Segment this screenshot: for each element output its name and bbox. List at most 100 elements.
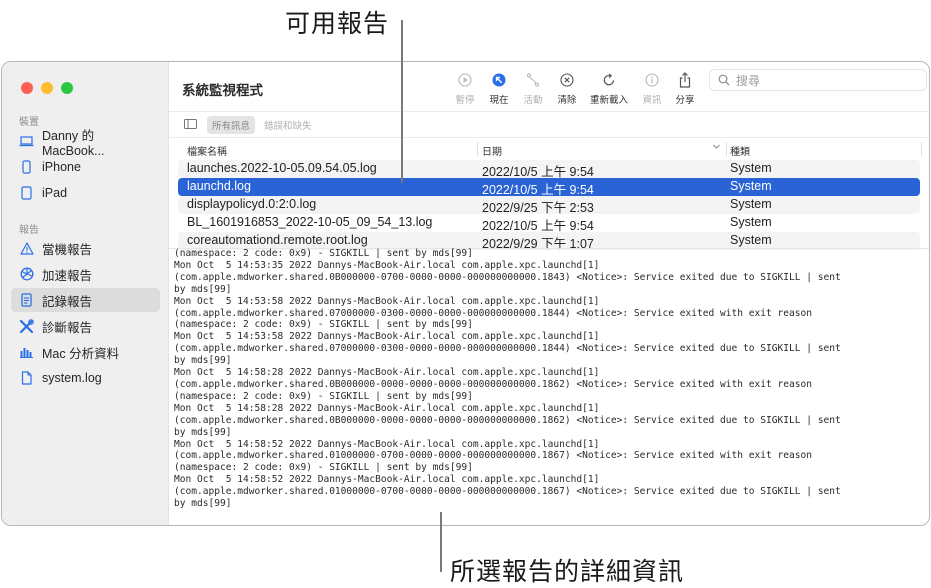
sidebar-toggle-icon[interactable]: [184, 116, 197, 134]
sidebar-item-label: Mac 分析資料: [42, 346, 120, 361]
table-row-selected[interactable]: launchd.log 2022/10/5 上午 9:54 System: [178, 178, 920, 197]
filter-bar: 所有訊息 錯誤和缺失: [184, 116, 312, 134]
log-line: Mon Oct 5 14:58:28 2022 Dannys-MacBook-A…: [174, 367, 600, 379]
sidebar: 裝置 Danny 的 MacBook... iPhone iPad 報告 當機報…: [2, 62, 169, 525]
column-separator[interactable]: [477, 142, 478, 156]
chevron-down-icon[interactable]: [712, 142, 721, 154]
log-line: Mon Oct 5 14:53:58 2022 Dannys-MacBook-A…: [174, 295, 600, 307]
iphone-icon: [19, 160, 34, 175]
sidebar-item-mac-analytics[interactable]: Mac 分析資料: [11, 340, 160, 364]
tools-icon: [19, 318, 34, 334]
now-button-label: 現在: [489, 95, 509, 106]
column-separator[interactable]: [726, 142, 727, 156]
clear-x-circle-icon: [559, 72, 575, 88]
row-filename: coreautomationd.remote.root.log: [187, 233, 368, 247]
reload-icon: [601, 72, 617, 88]
sidebar-item-ipad[interactable]: iPad: [11, 181, 160, 205]
main-pane: 系統監視程式 暫停 現在 活動 清除 重新載入 資訊 分享 搜尋 所有訊息 錯誤…: [169, 62, 929, 525]
sidebar-item-label: 記錄報告: [42, 294, 93, 309]
log-line: Mon Oct 5 14:53:58 2022 Dannys-MacBook-A…: [174, 331, 600, 343]
clear-button[interactable]: 清除: [549, 72, 585, 106]
search-field[interactable]: 搜尋: [709, 69, 927, 91]
row-filename: launches.2022-10-05.09.54.05.log: [187, 161, 377, 175]
share-button-label: 分享: [675, 95, 695, 106]
row-filename: displaypolicyd.0:2:0.log: [187, 197, 317, 211]
column-header-date[interactable]: 日期: [482, 143, 502, 158]
log-line: (namespace: 2 code: 0x9) - SIGKILL | sen…: [174, 319, 473, 331]
column-header-kind[interactable]: 種類: [730, 143, 750, 158]
sidebar-item-crash-reports[interactable]: 當機報告: [11, 236, 160, 260]
log-line: (namespace: 2 code: 0x9) - SIGKILL | sen…: [174, 462, 473, 474]
filter-divider: [169, 137, 929, 138]
share-icon: [677, 72, 693, 88]
info-icon: [644, 72, 660, 88]
log-line: (com.apple.mdworker.shared.01000000-0700…: [174, 450, 812, 462]
bar-chart-icon: [19, 345, 34, 360]
sidebar-item-macbook[interactable]: Danny 的 MacBook...: [11, 129, 160, 158]
pause-button-label: 暫停: [455, 95, 475, 106]
log-line: (com.apple.mdworker.shared.0B000000-0700…: [174, 271, 841, 283]
play-circle-icon: [457, 72, 473, 88]
row-kind: System: [730, 215, 772, 229]
sidebar-item-label: 當機報告: [42, 242, 93, 257]
activities-button[interactable]: 活動: [515, 72, 551, 106]
sidebar-item-spin-reports[interactable]: 加速報告: [11, 262, 160, 286]
pause-button[interactable]: 暫停: [447, 72, 483, 106]
window-controls: [21, 82, 73, 94]
log-line: (namespace: 2 code: 0x9) - SIGKILL | sen…: [174, 390, 473, 402]
activity-path-icon: [525, 72, 541, 88]
filter-all-messages[interactable]: 所有訊息: [207, 116, 256, 134]
table-row[interactable]: BL_1601916853_2022-10-05_09_54_13.log 20…: [178, 214, 920, 233]
log-line: Mon Oct 5 14:58:28 2022 Dannys-MacBook-A…: [174, 402, 600, 414]
row-kind: System: [730, 179, 772, 193]
close-button[interactable]: [21, 82, 33, 94]
warning-triangle-icon: [19, 241, 34, 256]
sidebar-item-label: iPad: [42, 186, 68, 200]
log-line: (namespace: 2 code: 0x9) - SIGKILL | sen…: [174, 248, 473, 259]
row-kind: System: [730, 233, 772, 247]
now-arrow-icon: [491, 72, 507, 88]
sidebar-item-log-reports[interactable]: 記錄報告: [11, 288, 160, 312]
search-placeholder: 搜尋: [736, 73, 761, 88]
callout-selected-report-details: 所選報告的詳細資訊: [450, 558, 685, 586]
table-row[interactable]: displaypolicyd.0:2:0.log 2022/9/25 下午 2:…: [178, 196, 920, 215]
laptop-icon: [19, 134, 34, 149]
now-button[interactable]: 現在: [481, 72, 517, 106]
callout-leader-line-top: [401, 20, 403, 183]
reload-button[interactable]: 重新載入: [589, 72, 629, 106]
sidebar-item-diagnostic-reports[interactable]: 診斷報告: [11, 314, 160, 338]
sidebar-item-system-log[interactable]: system.log: [11, 366, 160, 390]
log-detail-view[interactable]: (namespace: 2 code: 0x9) - SIGKILL | sen…: [174, 248, 929, 525]
document-icon: [19, 293, 34, 308]
minimize-button[interactable]: [41, 82, 53, 94]
toolbar-divider: [169, 111, 929, 112]
table-row[interactable]: launches.2022-10-05.09.54.05.log 2022/10…: [178, 160, 920, 179]
table-header: 檔案名稱 日期 種類: [169, 139, 929, 159]
file-icon: [19, 371, 34, 386]
log-line: Mon Oct 5 14:58:52 2022 Dannys-MacBook-A…: [174, 474, 600, 486]
callout-leader-line-bottom: [440, 512, 442, 572]
log-line: by mds[99]: [174, 283, 232, 295]
reload-button-label: 重新載入: [589, 95, 628, 106]
sidebar-item-label: iPhone: [42, 160, 81, 174]
spin-icon: [19, 267, 34, 282]
row-filename: BL_1601916853_2022-10-05_09_54_13.log: [187, 215, 433, 229]
share-button[interactable]: 分享: [667, 72, 703, 106]
filter-errors-and-faults[interactable]: 錯誤和缺失: [264, 118, 312, 132]
column-separator[interactable]: [921, 142, 922, 156]
log-line: by mds[99]: [174, 426, 232, 438]
window-title: 系統監視程式: [182, 83, 263, 98]
row-kind: System: [730, 197, 772, 211]
zoom-button[interactable]: [61, 82, 73, 94]
log-line: Mon Oct 5 14:53:35 2022 Dannys-MacBook-A…: [174, 259, 600, 271]
log-line: (com.apple.mdworker.shared.0B000000-0000…: [174, 414, 841, 426]
ipad-icon: [19, 186, 34, 201]
sidebar-item-iphone[interactable]: iPhone: [11, 155, 160, 179]
console-window: 裝置 Danny 的 MacBook... iPhone iPad 報告 當機報…: [1, 61, 930, 526]
sidebar-item-label: 加速報告: [42, 268, 93, 283]
info-button[interactable]: 資訊: [634, 72, 670, 106]
log-line: (com.apple.mdworker.shared.0B000000-0000…: [174, 378, 812, 390]
info-button-label: 資訊: [642, 95, 662, 106]
row-filename: launchd.log: [187, 179, 251, 193]
column-header-filename[interactable]: 檔案名稱: [187, 143, 227, 158]
